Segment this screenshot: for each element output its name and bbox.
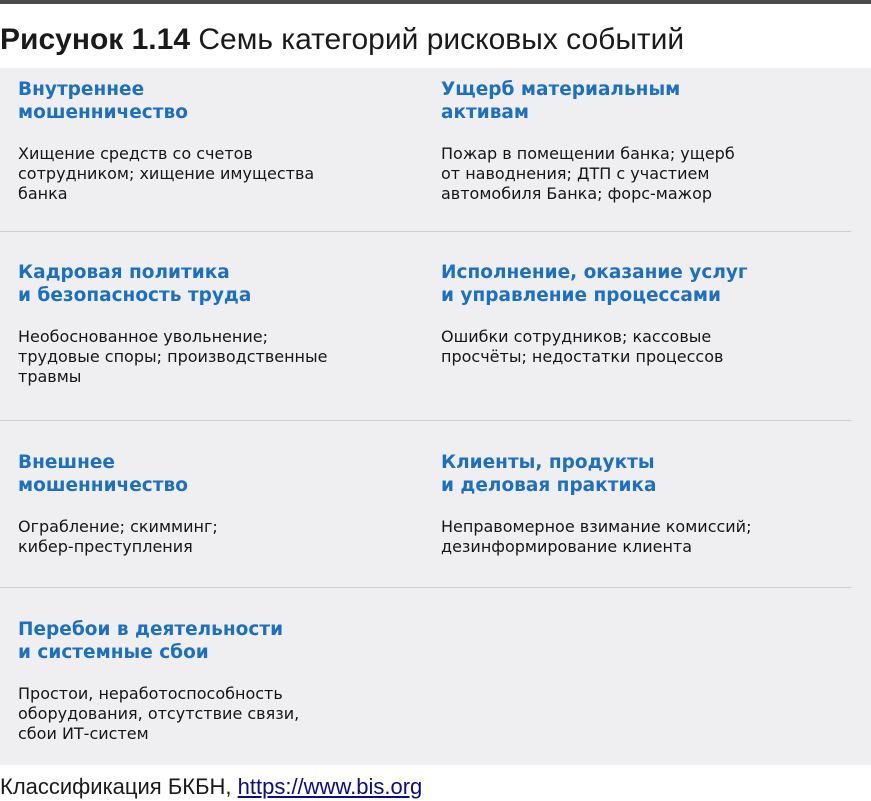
figure-number: Рисунок 1.14 (0, 23, 191, 56)
category-title: Внутреннее мошенничество (18, 79, 188, 123)
top-rule (0, 0, 871, 4)
category-description: Простои, неработоспособность оборудовани… (18, 684, 300, 743)
row-divider (0, 420, 851, 421)
category-description: Пожар в помещении банка; ущерб от наводн… (441, 144, 735, 203)
category-execution-processes: Исполнение, оказание услуг и управление … (441, 261, 748, 367)
figure-title: Рисунок 1.14 Семь категорий рисковых соб… (0, 22, 684, 58)
category-business-disruption: Перебои в деятельности и системные сбои … (18, 618, 299, 744)
category-title: Ущерб материальным активам (441, 79, 681, 123)
category-description: Хищение средств со счетов сотрудником; х… (18, 144, 315, 203)
category-title: Клиенты, продукты и деловая практика (441, 452, 657, 496)
category-description: Неправомерное взимание комиссий; дезинфо… (441, 517, 752, 556)
figure-caption: Семь категорий рисковых событий (198, 23, 685, 56)
category-description: Ограбление; скимминг; кибер-преступления (18, 517, 218, 556)
category-internal-fraud: Внутреннее мошенничество Хищение средств… (18, 78, 314, 204)
row-divider (0, 231, 851, 232)
category-physical-assets: Ущерб материальным активам Пожар в помещ… (441, 78, 735, 204)
category-clients-products: Клиенты, продукты и деловая практика Неп… (441, 451, 751, 557)
category-description: Ошибки сотрудников; кассовые просчёты; н… (441, 327, 724, 366)
source-note: Классификация БКБН, https://www.bis.org (0, 773, 422, 801)
source-text: Классификация БКБН, (0, 774, 238, 799)
source-link[interactable]: https://www.bis.org (238, 774, 423, 799)
category-employment-practices: Кадровая политика и безопасность труда Н… (18, 261, 327, 387)
row-divider (0, 587, 851, 588)
category-title: Перебои в деятельности и системные сбои (18, 619, 284, 663)
category-title: Внешнее мошенничество (18, 452, 188, 496)
category-title: Кадровая политика и безопасность труда (18, 262, 252, 306)
category-description: Необоснованное увольнение; трудовые спор… (18, 327, 328, 386)
category-title: Исполнение, оказание услуг и управление … (441, 262, 748, 306)
category-external-fraud: Внешнее мошенничество Ограбление; скимми… (18, 451, 218, 557)
categories-panel: Внутреннее мошенничество Хищение средств… (0, 68, 871, 765)
